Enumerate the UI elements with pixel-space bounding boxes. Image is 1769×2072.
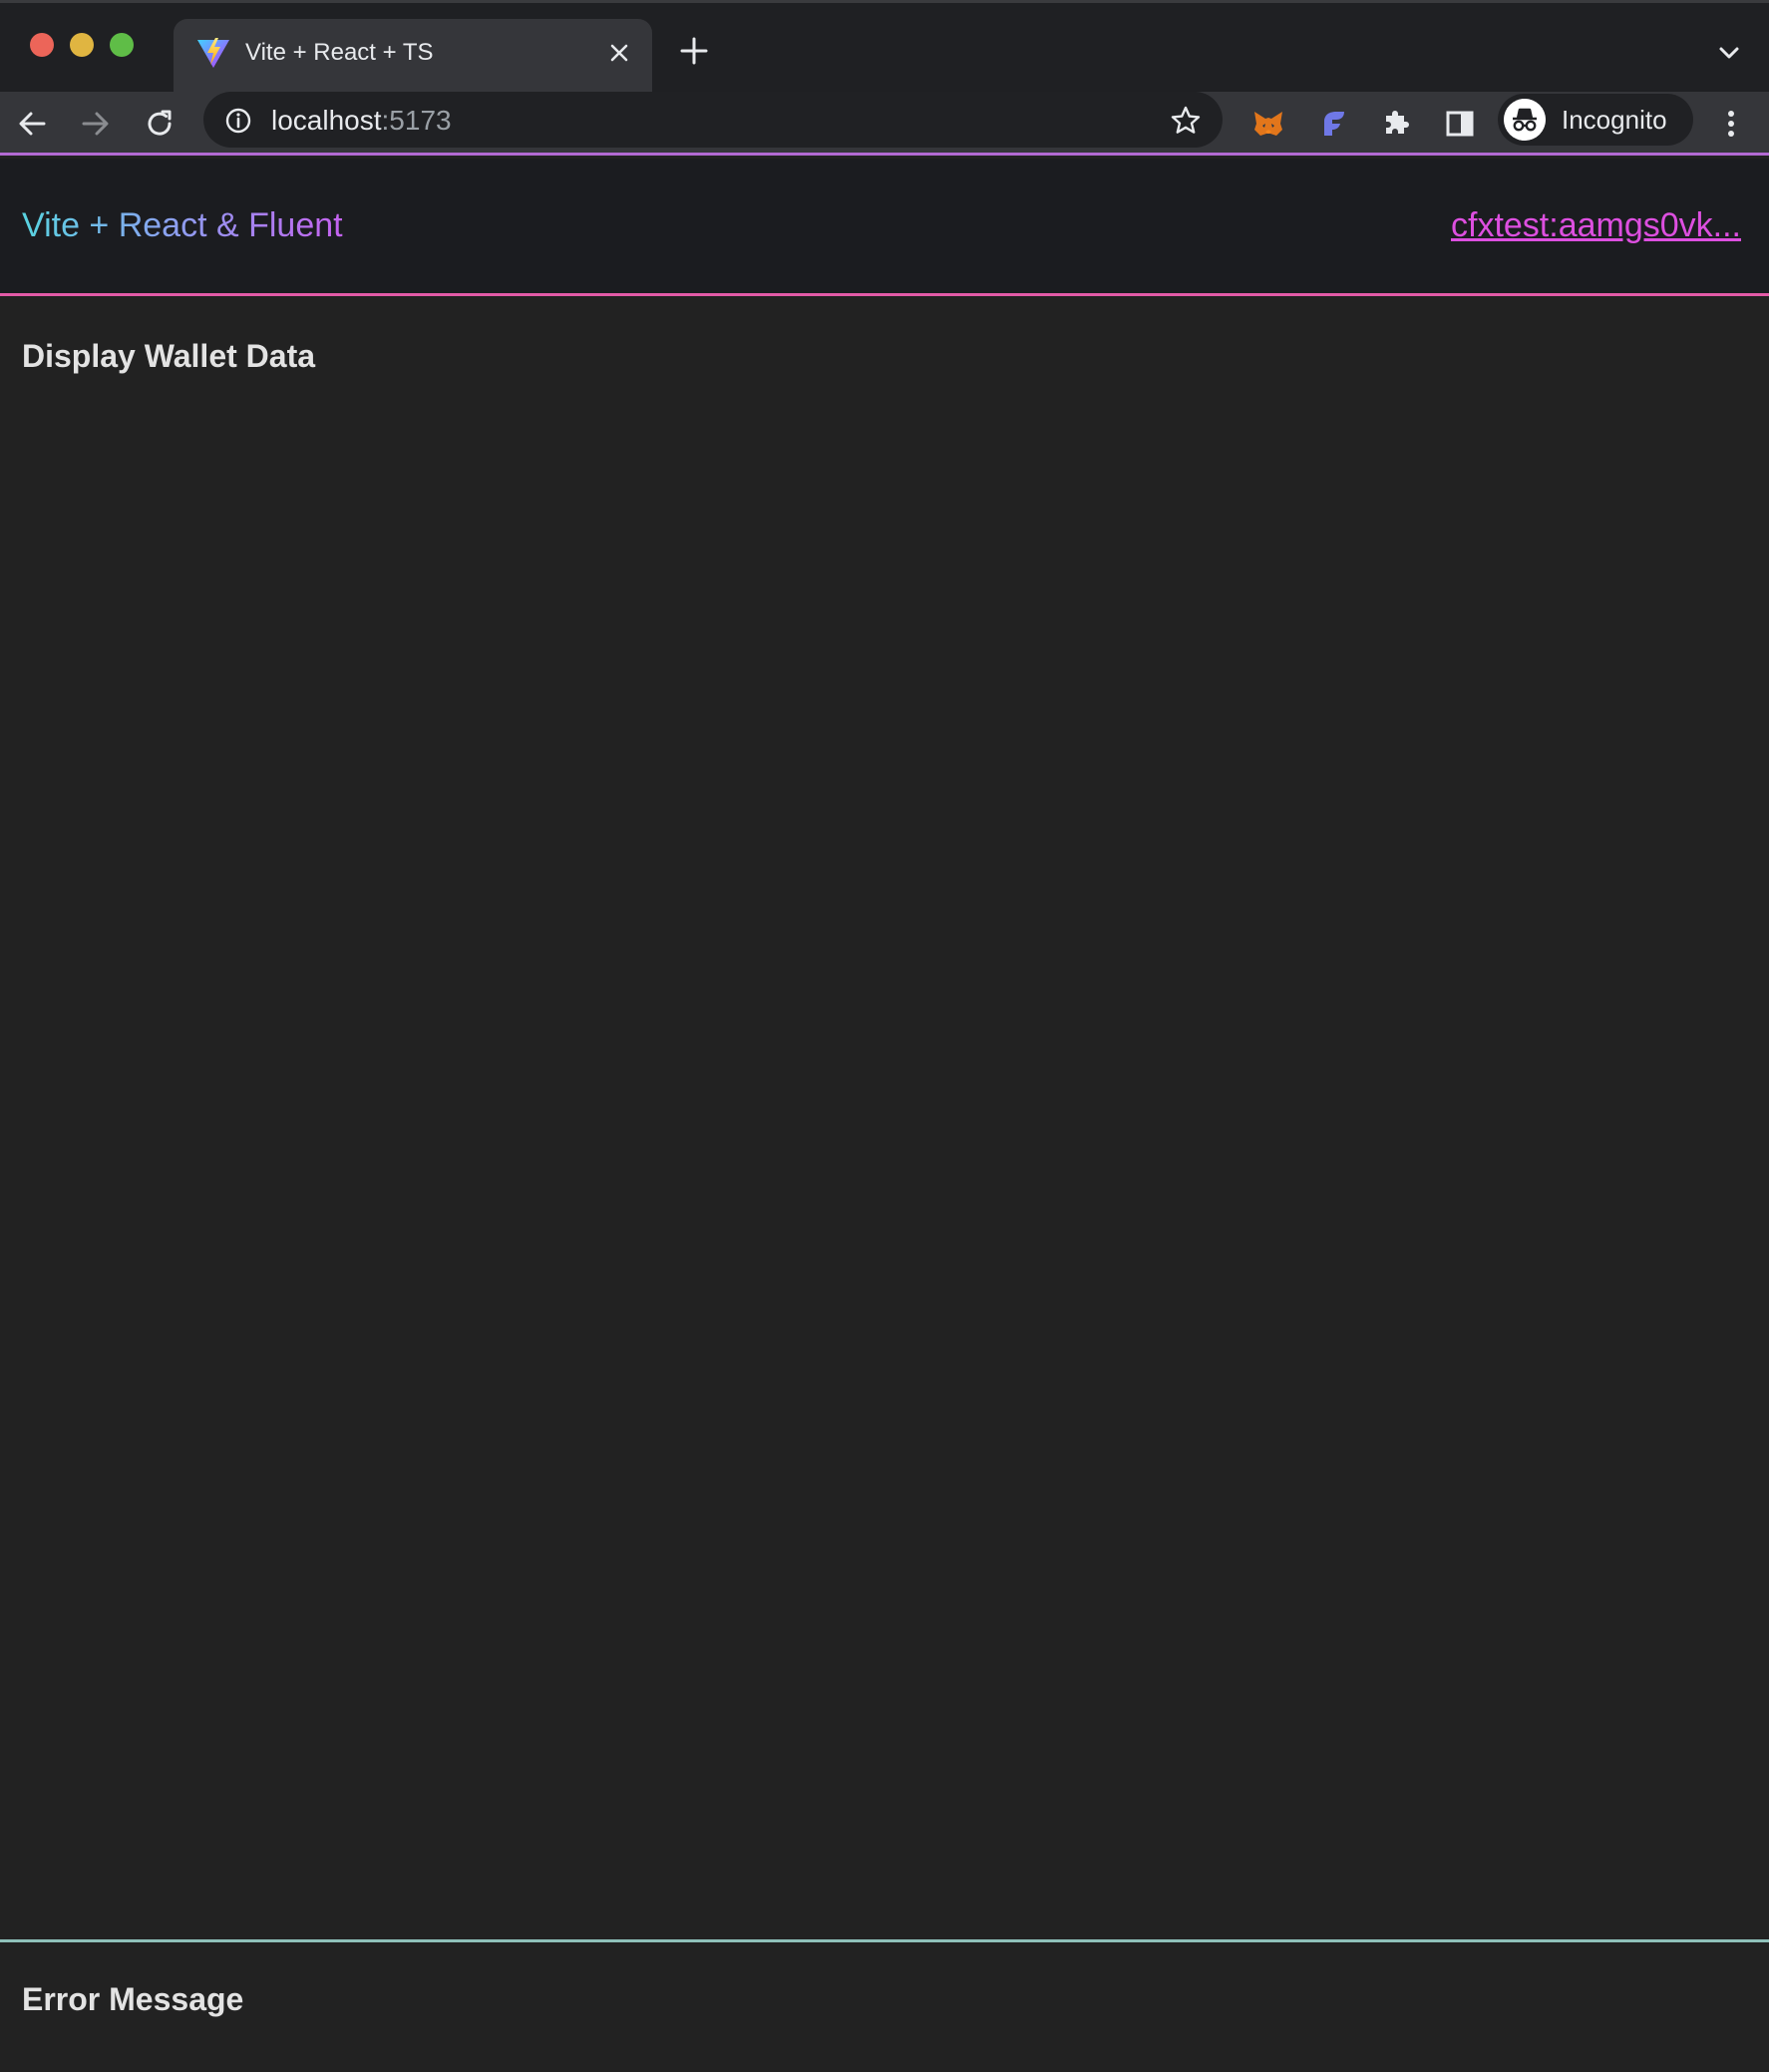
tab-active[interactable]: Vite + React + TS <box>174 19 652 95</box>
wallet-address-link[interactable]: cfxtest:aamgs0vk... <box>1451 205 1741 245</box>
kebab-menu-icon[interactable] <box>1713 106 1749 142</box>
star-icon[interactable] <box>1169 104 1203 138</box>
reload-icon[interactable] <box>142 106 177 142</box>
app-header: Vite + React & Fluent cfxtest:aamgs0vk..… <box>0 159 1769 296</box>
address-port: :5173 <box>381 105 452 136</box>
minimize-window-button[interactable] <box>70 33 94 57</box>
plus-icon[interactable] <box>678 35 710 67</box>
info-icon[interactable] <box>223 106 253 136</box>
forward-arrow-icon[interactable] <box>78 106 114 142</box>
puzzle-extensions-icon[interactable] <box>1378 106 1414 142</box>
side-panel-icon[interactable] <box>1442 106 1478 142</box>
chevron-down-icon[interactable] <box>1715 39 1743 67</box>
tab-title: Vite + React + TS <box>245 39 434 66</box>
close-window-button[interactable] <box>30 33 54 57</box>
browser-toolbar: localhost:5173 Incognito <box>0 92 1769 156</box>
incognito-label: Incognito <box>1562 105 1667 135</box>
app-title: Vite + React & Fluent <box>22 206 343 244</box>
metamask-fox-icon[interactable] <box>1250 106 1286 142</box>
browser-window: Vite + React + TS localhost:5173 Incogni… <box>0 0 1769 2072</box>
tab-strip: Vite + React + TS <box>0 0 1769 95</box>
incognito-profile-button[interactable]: Incognito <box>1498 94 1693 146</box>
back-arrow-icon[interactable] <box>14 106 50 142</box>
incognito-icon <box>1504 99 1546 141</box>
address-bar[interactable]: localhost:5173 <box>203 92 1223 148</box>
error-message-section: Error Message <box>0 1939 1769 2072</box>
maximize-window-button[interactable] <box>110 33 134 57</box>
wallet-data-section: Display Wallet Data <box>0 299 1769 1939</box>
vite-logo-icon <box>197 38 229 68</box>
address-host: localhost <box>271 105 382 136</box>
close-icon[interactable] <box>604 38 634 68</box>
error-message-title: Error Message <box>22 1981 244 2017</box>
fluent-wallet-icon[interactable] <box>1314 106 1350 142</box>
wallet-data-title: Display Wallet Data <box>22 338 316 374</box>
address-text[interactable]: localhost:5173 <box>271 104 452 138</box>
